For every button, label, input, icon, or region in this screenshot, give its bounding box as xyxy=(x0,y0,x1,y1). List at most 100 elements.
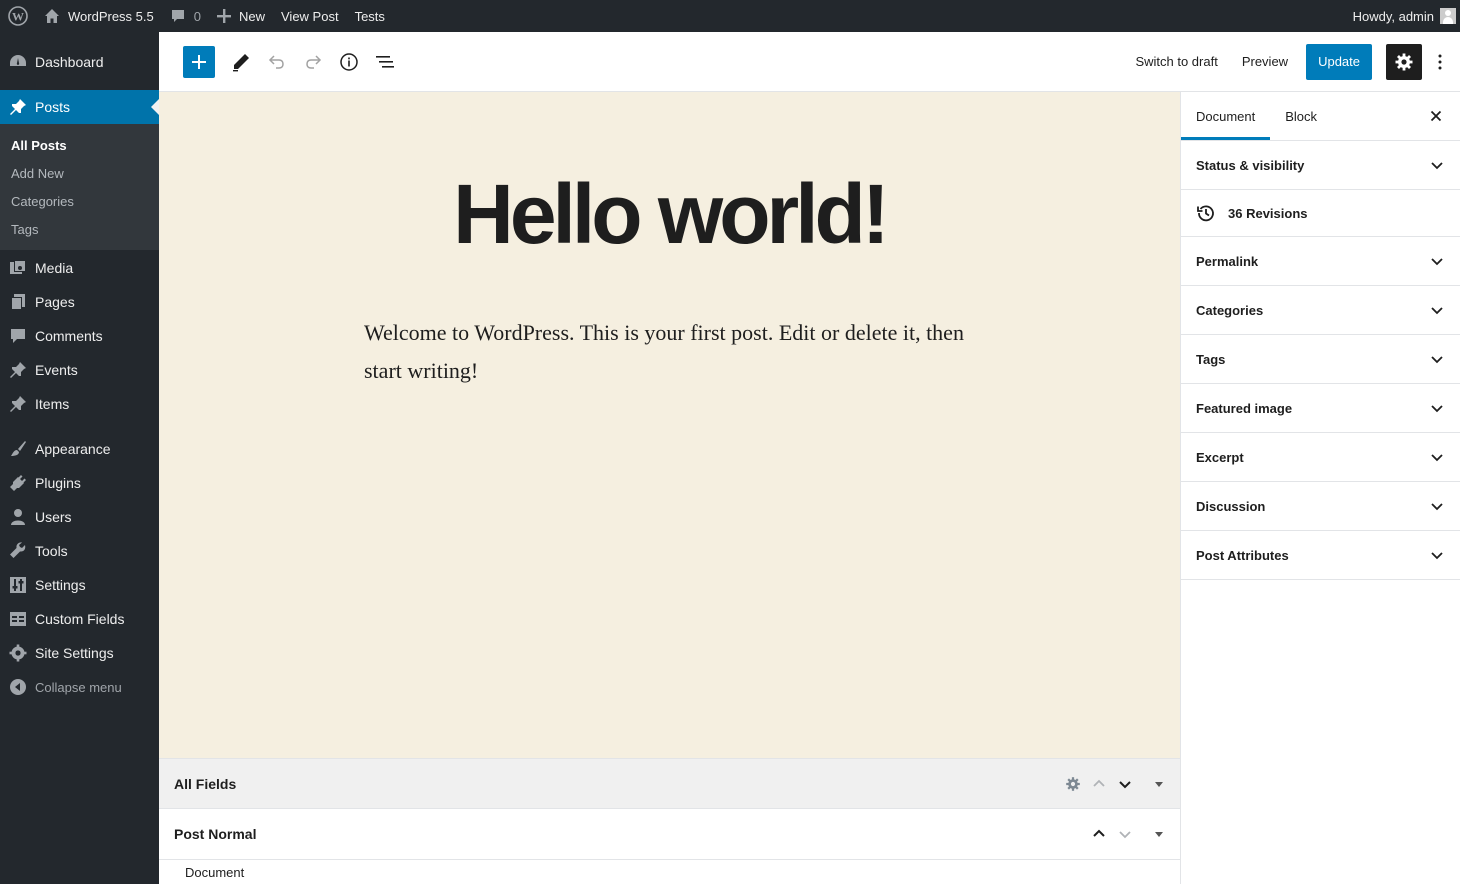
comments-link[interactable]: 0 xyxy=(162,0,209,32)
settings-toggle-button[interactable] xyxy=(1386,43,1422,80)
backup-icon xyxy=(1196,203,1216,223)
menu-media[interactable]: Media xyxy=(0,251,159,285)
redo-button[interactable] xyxy=(295,44,331,80)
close-settings-button[interactable] xyxy=(1426,106,1446,126)
pages-icon xyxy=(8,292,28,312)
panel-post-attributes[interactable]: Post Attributes xyxy=(1181,531,1460,580)
outline-button[interactable] xyxy=(367,44,403,80)
plus-icon xyxy=(192,54,206,69)
collapse-menu-button[interactable]: Collapse menu xyxy=(0,670,159,704)
metabox-controls xyxy=(1060,771,1172,797)
editor-canvas: Hello world! Welcome to WordPress. This … xyxy=(159,92,1180,758)
update-button[interactable]: Update xyxy=(1306,43,1372,80)
document-label: Document xyxy=(185,865,245,880)
metabox-all-fields-title: All Fields xyxy=(174,775,237,792)
panel-status-visibility[interactable]: Status & visibility xyxy=(1181,141,1460,190)
wordpress-logo-icon[interactable]: W xyxy=(0,0,36,32)
chevron-down-icon[interactable] xyxy=(1112,821,1138,847)
vertical-ellipsis-icon xyxy=(1438,54,1442,69)
undo-button[interactable] xyxy=(259,44,295,80)
avatar xyxy=(1440,8,1456,24)
tests-label: Tests xyxy=(354,8,385,24)
post-title[interactable]: Hello world! xyxy=(159,164,1180,264)
undo-icon xyxy=(268,54,284,69)
view-post-link[interactable]: View Post xyxy=(273,0,347,32)
pushpin-icon xyxy=(8,394,28,414)
menu-appearance-label: Appearance xyxy=(35,441,111,457)
pushpin-icon xyxy=(8,360,28,380)
panel-featured-image[interactable]: Featured image xyxy=(1181,384,1460,433)
submenu-all-posts[interactable]: All Posts xyxy=(0,131,159,159)
menu-tools-label: Tools xyxy=(35,543,68,559)
header-actions: Switch to draft Preview Update xyxy=(1123,43,1460,80)
toggle-triangle-icon[interactable] xyxy=(1146,771,1172,797)
svg-text:W: W xyxy=(12,10,24,24)
home-icon xyxy=(44,8,60,24)
tab-block[interactable]: Block xyxy=(1270,92,1332,140)
comments-icon xyxy=(8,326,28,346)
menu-users[interactable]: Users xyxy=(0,500,159,534)
panel-revisions[interactable]: 36 Revisions xyxy=(1181,190,1460,237)
switch-to-draft-button[interactable]: Switch to draft xyxy=(1123,44,1229,80)
panel-permalink-label: Permalink xyxy=(1196,253,1259,269)
details-button[interactable] xyxy=(331,44,367,80)
panel-categories-label: Categories xyxy=(1196,302,1264,318)
block-inserter-button[interactable] xyxy=(183,45,215,78)
plus-icon xyxy=(216,9,231,23)
panel-excerpt[interactable]: Excerpt xyxy=(1181,433,1460,482)
gear-icon[interactable] xyxy=(1060,771,1086,797)
paintbrush-icon xyxy=(8,439,28,459)
site-name-link[interactable]: WordPress 5.5 xyxy=(36,0,162,32)
close-icon xyxy=(1430,110,1442,122)
new-label: New xyxy=(238,8,265,24)
tools-button[interactable] xyxy=(223,44,259,80)
info-icon xyxy=(340,52,358,71)
paragraph-block[interactable]: Welcome to WordPress. This is your first… xyxy=(364,314,974,390)
sliders-icon xyxy=(8,575,28,595)
panel-discussion-label: Discussion xyxy=(1196,498,1266,514)
submenu-categories[interactable]: Categories xyxy=(0,187,159,215)
menu-pages[interactable]: Pages xyxy=(0,285,159,319)
menu-plugins[interactable]: Plugins xyxy=(0,466,159,500)
menu-posts-label: Posts xyxy=(35,99,71,115)
comment-icon xyxy=(170,8,186,24)
more-menu-button[interactable] xyxy=(1428,44,1452,80)
submenu-add-new[interactable]: Add New xyxy=(0,159,159,187)
menu-tools[interactable]: Tools xyxy=(0,534,159,568)
chevron-down-icon xyxy=(1430,548,1444,562)
panel-categories[interactable]: Categories xyxy=(1181,286,1460,335)
menu-posts[interactable]: Posts xyxy=(0,90,159,124)
pushpin-icon xyxy=(8,97,28,117)
chevron-down-icon[interactable] xyxy=(1112,771,1138,797)
chevron-down-icon xyxy=(1430,401,1444,415)
menu-media-label: Media xyxy=(35,260,74,276)
menu-appearance[interactable]: Appearance xyxy=(0,432,159,466)
chevron-down-icon xyxy=(1430,158,1444,172)
menu-plugins-label: Plugins xyxy=(35,475,81,491)
preview-button[interactable]: Preview xyxy=(1230,44,1300,80)
submenu-tags[interactable]: Tags xyxy=(0,215,159,243)
panel-tags[interactable]: Tags xyxy=(1181,335,1460,384)
menu-items-label: Items xyxy=(35,396,70,412)
toggle-triangle-icon[interactable] xyxy=(1146,821,1172,847)
tab-document[interactable]: Document xyxy=(1181,92,1270,140)
menu-comments[interactable]: Comments xyxy=(0,319,159,353)
chevron-down-icon xyxy=(1430,499,1444,513)
menu-custom-fields[interactable]: Custom Fields xyxy=(0,602,159,636)
my-account-link[interactable]: Howdy, admin xyxy=(1345,0,1460,32)
menu-dashboard[interactable]: Dashboard xyxy=(0,45,159,79)
panel-permalink[interactable]: Permalink xyxy=(1181,237,1460,286)
menu-site-settings[interactable]: Site Settings xyxy=(0,636,159,670)
panel-discussion[interactable]: Discussion xyxy=(1181,482,1460,531)
gear-icon xyxy=(1395,53,1413,70)
menu-items[interactable]: Items xyxy=(0,387,159,421)
new-content-link[interactable]: New xyxy=(209,0,273,32)
chevron-up-icon[interactable] xyxy=(1086,821,1112,847)
metabox-controls xyxy=(1086,821,1172,847)
tests-link[interactable]: Tests xyxy=(347,0,393,32)
chevron-up-icon[interactable] xyxy=(1086,771,1112,797)
menu-custom-fields-label: Custom Fields xyxy=(35,611,125,627)
menu-comments-label: Comments xyxy=(35,328,103,344)
menu-events[interactable]: Events xyxy=(0,353,159,387)
menu-settings[interactable]: Settings xyxy=(0,568,159,602)
